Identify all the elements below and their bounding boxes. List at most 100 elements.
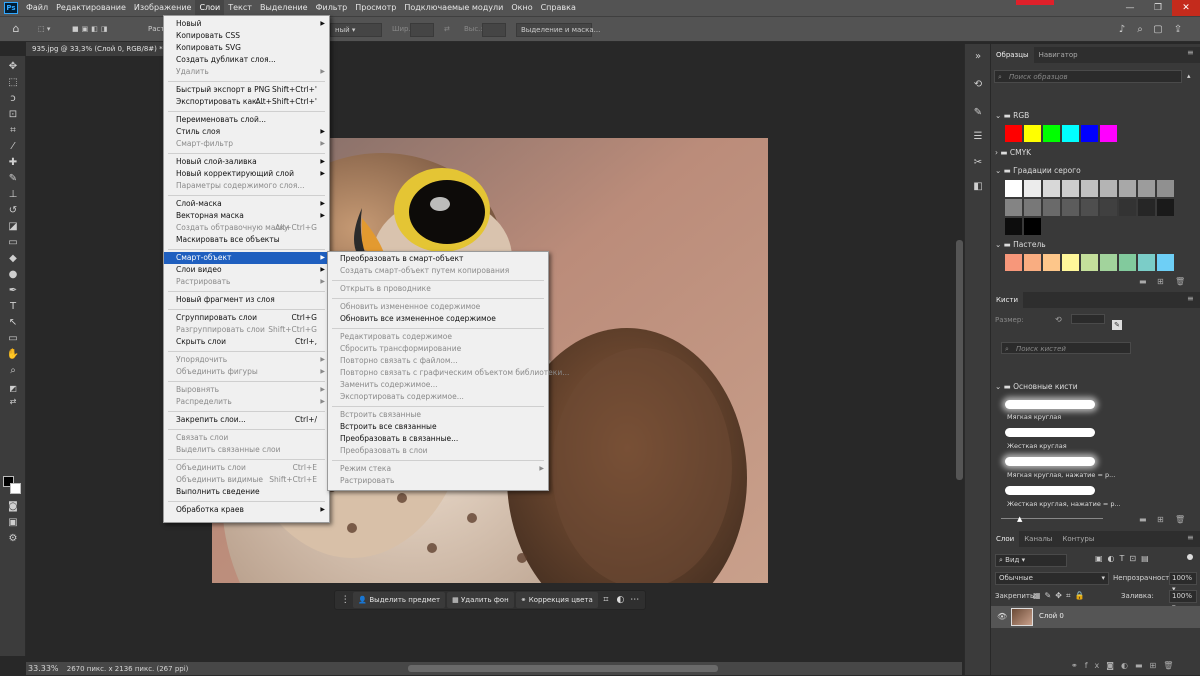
tab-layers[interactable]: Слои (991, 531, 1020, 547)
blend-mode-select[interactable]: Обычные ▾ (995, 572, 1109, 585)
select-and-mask-button[interactable]: Выделение и маска... (516, 23, 600, 37)
color-swatch[interactable] (1157, 199, 1174, 216)
color-swatch[interactable] (1100, 199, 1117, 216)
opacity-input[interactable]: 100% ▾ (1169, 572, 1197, 593)
horizontal-scrollbar[interactable] (408, 665, 718, 672)
layer-name[interactable]: Слой 0 (1039, 612, 1064, 620)
menu-type[interactable]: Текст (224, 0, 256, 16)
color-swatch[interactable] (1043, 180, 1060, 197)
eyedropper-icon[interactable]: ⁄ (5, 140, 21, 153)
tab-channels[interactable]: Каналы (1019, 531, 1057, 547)
menu-file[interactable]: Файл (22, 0, 52, 16)
brush-hard-round-pressure[interactable] (1005, 486, 1095, 495)
default-colors-icon[interactable]: ◩ ⇄ (5, 382, 21, 406)
adjustments-icon[interactable]: ✂ (971, 156, 985, 170)
maximize-button[interactable]: ❐ (1144, 0, 1172, 16)
selection-mode-icons[interactable]: ■▣◧◨ (68, 23, 134, 37)
minimize-button[interactable]: — (1116, 0, 1144, 16)
layer-bottom-icons[interactable]: ⚭fx◙◐▬⊞🗑 (1071, 661, 1180, 670)
smart-menu-item[interactable]: Преобразовать в смарт-объект (328, 253, 548, 265)
tab-swatches[interactable]: Образцы (991, 47, 1034, 63)
delete-brush-icon[interactable]: 🗑 (1175, 515, 1185, 524)
artboard-icon[interactable]: ⚙ (5, 532, 21, 545)
brush-hard-round[interactable] (1005, 428, 1095, 437)
color-swatch[interactable] (1062, 199, 1079, 216)
quick-mask-icon[interactable]: ◙ (5, 500, 21, 513)
brushes-search-input[interactable]: ⌕ Поиск кистей (1001, 342, 1131, 354)
color-swatch[interactable] (1157, 180, 1174, 197)
smart-menu-item[interactable]: Встроить все связанные (328, 421, 548, 433)
brush-folder-icon[interactable]: ▬ (1139, 515, 1147, 524)
fill-input[interactable]: 100% ▾ (1169, 590, 1197, 611)
color-swatch[interactable] (1081, 180, 1098, 197)
adjust-icon[interactable]: ◐ (614, 592, 626, 608)
layer-menu-item[interactable]: Быстрый экспорт в PNG Shift+Ctrl+' (164, 84, 329, 96)
layer-menu-item[interactable]: Смарт-объект ▶ (164, 252, 329, 264)
color-swatch[interactable] (1062, 254, 1079, 271)
color-swatch[interactable] (1081, 254, 1098, 271)
layer-menu-item[interactable]: Новый ▶ (164, 18, 329, 30)
swatch-folder-icon[interactable]: ▬ (1139, 277, 1147, 286)
screen-mode-icon[interactable]: ▣ (5, 516, 21, 529)
color-swatch[interactable] (1024, 218, 1041, 235)
menu-edit[interactable]: Редактирование (52, 0, 130, 16)
gradient-tool-icon[interactable]: ▭ (5, 236, 21, 249)
color-correction-button[interactable]: ⚭ Коррекция цвета (515, 592, 598, 608)
search-icon[interactable]: ⌕ (1132, 23, 1148, 36)
swatch-group-cmyk[interactable]: › ▬ CMYK (995, 148, 1031, 157)
color-swatch[interactable] (1024, 180, 1041, 197)
reset-size-icon[interactable]: ⟲ (1055, 315, 1062, 324)
swatch-group-gray[interactable]: ⌄ ▬ Градации серого (995, 166, 1081, 175)
rectangle-tool-icon[interactable]: ▭ (5, 332, 21, 345)
background-color[interactable] (10, 483, 21, 494)
color-swatch[interactable] (1024, 199, 1041, 216)
libraries-icon[interactable]: ◧ (971, 180, 985, 194)
menu-image[interactable]: Изображение (130, 0, 196, 16)
marquee-preset-icon[interactable]: ⬚ ▾ (34, 23, 58, 37)
color-swatch[interactable] (1100, 254, 1117, 271)
dodge-tool-icon[interactable]: ● (5, 268, 21, 281)
brush-settings-icon[interactable]: ✎ (1112, 320, 1122, 330)
history-brush-icon[interactable]: ↺ (5, 204, 21, 217)
workspace-icon[interactable]: ▢ (1150, 23, 1166, 36)
color-swatch[interactable] (1100, 180, 1117, 197)
zoom-tool-icon[interactable]: ⌕ (5, 364, 21, 377)
panel-menu-icon[interactable]: ≡ (1187, 48, 1194, 57)
visibility-eye-icon[interactable]: 👁 (997, 612, 1007, 621)
layer-filter-select[interactable]: ⌕ Вид ▾ (995, 554, 1067, 567)
tab-brushes[interactable]: Кисти (991, 292, 1023, 308)
color-swatch[interactable] (1157, 254, 1174, 271)
color-swatch[interactable] (1138, 180, 1155, 197)
menu-help[interactable]: Справка (537, 0, 580, 16)
color-swatch[interactable] (1005, 218, 1022, 235)
remove-background-button[interactable]: ▦ Удалить фон (447, 592, 514, 608)
swatch-group-pastel[interactable]: ⌄ ▬ Пастель (995, 240, 1046, 249)
layer-menu-item[interactable]: Векторная маска ▶ (164, 210, 329, 222)
layer-menu-item[interactable]: Стиль слоя ▶ (164, 126, 329, 138)
layer-menu-item[interactable]: Слои видео ▶ (164, 264, 329, 276)
bell-icon[interactable]: ♪ (1114, 23, 1130, 36)
layer-menu-item[interactable]: Маскировать все объекты (164, 234, 329, 246)
menu-window[interactable]: Окно (507, 0, 536, 16)
layer-menu-item[interactable]: Переименовать слой... (164, 114, 329, 126)
brush-size-input[interactable] (1071, 314, 1105, 324)
color-swatch[interactable] (1005, 180, 1022, 197)
menu-plugins[interactable]: Подключаемые модули (400, 0, 507, 16)
color-swatch[interactable] (1024, 254, 1041, 271)
new-swatch-icon[interactable]: ⊞ (1157, 277, 1164, 286)
layer-menu-item[interactable]: Сгруппировать слои Ctrl+G (164, 312, 329, 324)
layer-filter-icons[interactable]: ▣◐T⊡▤ (1095, 554, 1154, 563)
more-icon[interactable]: ⋯ (629, 592, 641, 608)
style-select[interactable]: ный ▾ (330, 23, 382, 37)
color-swatch[interactable] (1119, 254, 1136, 271)
zoom-level[interactable]: 33.33% (28, 664, 59, 673)
swatch-group-rgb[interactable]: ⌄ ▬ RGB (995, 111, 1029, 120)
brush-settings-icon[interactable]: ✎ (971, 106, 985, 120)
brush-tool-icon[interactable]: ✎ (5, 172, 21, 185)
close-button[interactable]: ✕ (1172, 0, 1200, 16)
tab-navigator[interactable]: Навигатор (1034, 47, 1083, 63)
eraser-icon[interactable]: ◪ (5, 220, 21, 233)
tab-paths[interactable]: Контуры (1057, 531, 1099, 547)
healing-brush-icon[interactable]: ✚ (5, 156, 21, 169)
color-swatch[interactable] (1005, 125, 1022, 142)
